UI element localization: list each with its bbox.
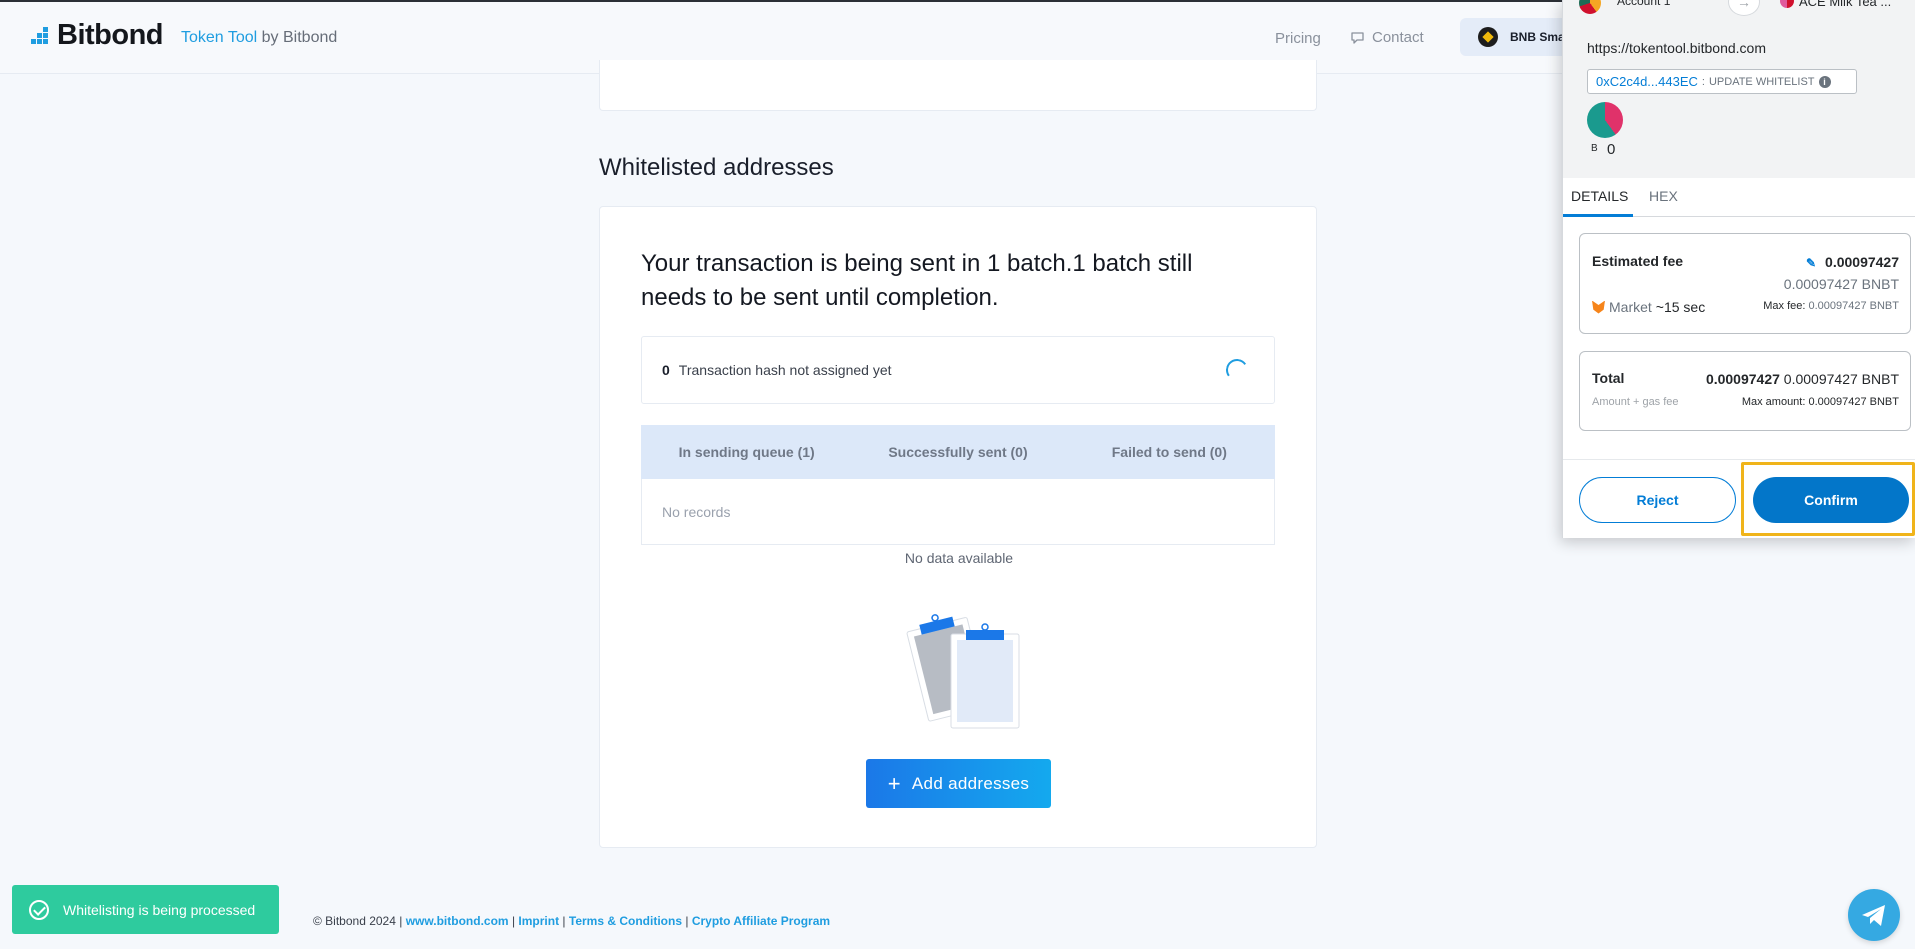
check-circle-icon (29, 899, 49, 920)
footer-divider (1563, 459, 1915, 460)
transaction-index: 0 (662, 362, 670, 378)
arrow-right-icon: → (1728, 0, 1760, 16)
bitbond-logo[interactable]: Bitbond (31, 19, 164, 52)
estimated-fee-box: Estimated fee ✎ 0.00097427 0.00097427 BNB… (1579, 233, 1911, 334)
info-icon[interactable]: i (1818, 75, 1831, 88)
footer-link-imprint[interactable]: Imprint (518, 914, 559, 928)
records-empty: No records (641, 479, 1275, 545)
loading-spinner-icon (1224, 357, 1250, 383)
product-title: Token Tool (181, 29, 258, 46)
add-addresses-button[interactable]: + Add addresses (866, 759, 1051, 808)
empty-clipboard-illustration (906, 614, 1020, 729)
tab-successfully-sent[interactable]: Successfully sent (0) (852, 444, 1063, 460)
metamask-header: Account 1 → ACE Milk Tea ... https://tok… (1563, 0, 1915, 178)
request-origin: https://tokentool.bitbond.com (1587, 40, 1766, 56)
bnb-icon (1478, 27, 1498, 47)
estimated-fee-label: Estimated fee (1592, 253, 1684, 269)
nav-pricing-link[interactable]: Pricing (1275, 30, 1321, 47)
total-sub-label: Amount + gas fee (1592, 396, 1679, 408)
footer-separator: | (562, 914, 566, 928)
network-selector-button[interactable]: BNB Sma (1460, 18, 1570, 56)
confirm-button[interactable]: Confirm (1753, 477, 1909, 523)
product-name[interactable]: Token Tool by Bitbond (181, 29, 337, 47)
token-avatar-icon (1587, 102, 1623, 138)
max-fee-value: 0.00097427 BNBT (1808, 300, 1899, 312)
toast-message: Whitelisting is being processed (63, 901, 256, 918)
total-value-bold: 0.00097427 (1705, 371, 1780, 387)
estimated-fee-value: 0.00097427 (1825, 254, 1899, 270)
footer-link-affiliate[interactable]: Crypto Affiliate Program (692, 914, 830, 928)
max-amount: Max amount: 0.00097427 BNBT (1742, 396, 1899, 408)
active-tab-indicator (1563, 214, 1633, 217)
reject-button[interactable]: Reject (1579, 477, 1736, 523)
token-amount: 0 (1607, 141, 1616, 158)
footer-separator: | (685, 914, 689, 928)
total-box: Total 0.00097427 0.00097427 BNBT Amount … (1579, 351, 1911, 431)
market-time: ~15 sec (1655, 299, 1706, 315)
site-footer: © Bitbond 2024 | www.bitbond.com | Impri… (313, 914, 830, 928)
section-title: Whitelisted addresses (599, 154, 834, 181)
tab-failed-to-send[interactable]: Failed to send (0) (1064, 444, 1275, 460)
status-tabs: In sending queue (1) Successfully sent (… (641, 425, 1275, 479)
previous-card (599, 60, 1317, 111)
metamask-popup: Account 1 → ACE Milk Tea ... https://tok… (1562, 0, 1915, 538)
footer-link-terms[interactable]: Terms & Conditions (569, 914, 682, 928)
tab-hex[interactable]: HEX (1649, 188, 1678, 204)
max-amount-label: Max amount: (1741, 396, 1806, 408)
fee-market[interactable]: Market ~15 sec (1592, 299, 1705, 315)
max-fee: Max fee: 0.00097427 BNBT (1763, 300, 1899, 312)
contract-address-pill[interactable]: 0xC2c4d...443EC : UPDATE WHITELIST i (1587, 69, 1857, 94)
address-separator: : (1701, 75, 1705, 88)
contract-address: 0xC2c4d...443EC (1596, 74, 1698, 89)
edit-pencil-icon[interactable]: ✎ (1806, 256, 1817, 270)
account-to: ACE Milk Tea ... (1799, 0, 1892, 9)
max-fee-label: Max fee: (1763, 300, 1806, 312)
footer-copyright: © Bitbond 2024 | (313, 914, 403, 928)
product-by: by Bitbond (261, 29, 338, 46)
whitelist-card: Your transaction is being sent in 1 batc… (599, 206, 1317, 848)
account-avatar-icon (1579, 0, 1601, 14)
bitbond-logo-icon (31, 25, 53, 47)
chat-bubble-icon (1351, 31, 1364, 44)
estimated-fee-sub: 0.00097427 BNBT (1783, 276, 1899, 292)
metamask-fox-icon (1592, 300, 1605, 314)
plus-icon: + (887, 770, 901, 796)
status-toast[interactable]: Whitelisting is being processed (12, 885, 279, 934)
add-addresses-label: Add addresses (911, 773, 1030, 793)
metamask-tabs: DETAILS HEX (1563, 178, 1915, 217)
method-name: UPDATE WHITELIST (1708, 75, 1815, 88)
market-label: Market (1609, 299, 1652, 315)
transaction-status-title: Your transaction is being sent in 1 batc… (641, 250, 1193, 311)
token-symbol: B (1591, 143, 1598, 154)
tab-sending-queue[interactable]: In sending queue (1) (641, 444, 852, 460)
logo-text: Bitbond (57, 19, 164, 51)
telegram-chat-button[interactable] (1848, 889, 1900, 941)
estimated-fee-value-wrap: ✎ 0.00097427 (1806, 254, 1899, 270)
total-value: 0.00097427 0.00097427 BNBT (1706, 371, 1899, 387)
account-from: Account 1 (1617, 0, 1671, 8)
nav-contact-link[interactable]: Contact (1350, 29, 1424, 46)
nav-contact-label: Contact (1372, 29, 1424, 46)
max-amount-value: 0.00097427 BNBT (1808, 396, 1899, 408)
total-label: Total (1592, 370, 1625, 386)
contract-avatar-icon (1780, 0, 1794, 8)
footer-link-bitbond[interactable]: www.bitbond.com (406, 914, 509, 928)
transaction-row: 0 Transaction hash not assigned yet (641, 336, 1275, 404)
transaction-hash-status: Transaction hash not assigned yet (678, 362, 892, 378)
no-data-text: No data available (904, 550, 1014, 566)
network-label: BNB Sma (1510, 30, 1565, 44)
total-value-rest: 0.00097427 BNBT (1783, 371, 1899, 387)
footer-separator: | (511, 914, 516, 928)
telegram-plane-icon (1862, 905, 1885, 926)
account-strip: Account 1 → ACE Milk Tea ... (1563, 0, 1915, 16)
tab-details[interactable]: DETAILS (1571, 188, 1628, 204)
